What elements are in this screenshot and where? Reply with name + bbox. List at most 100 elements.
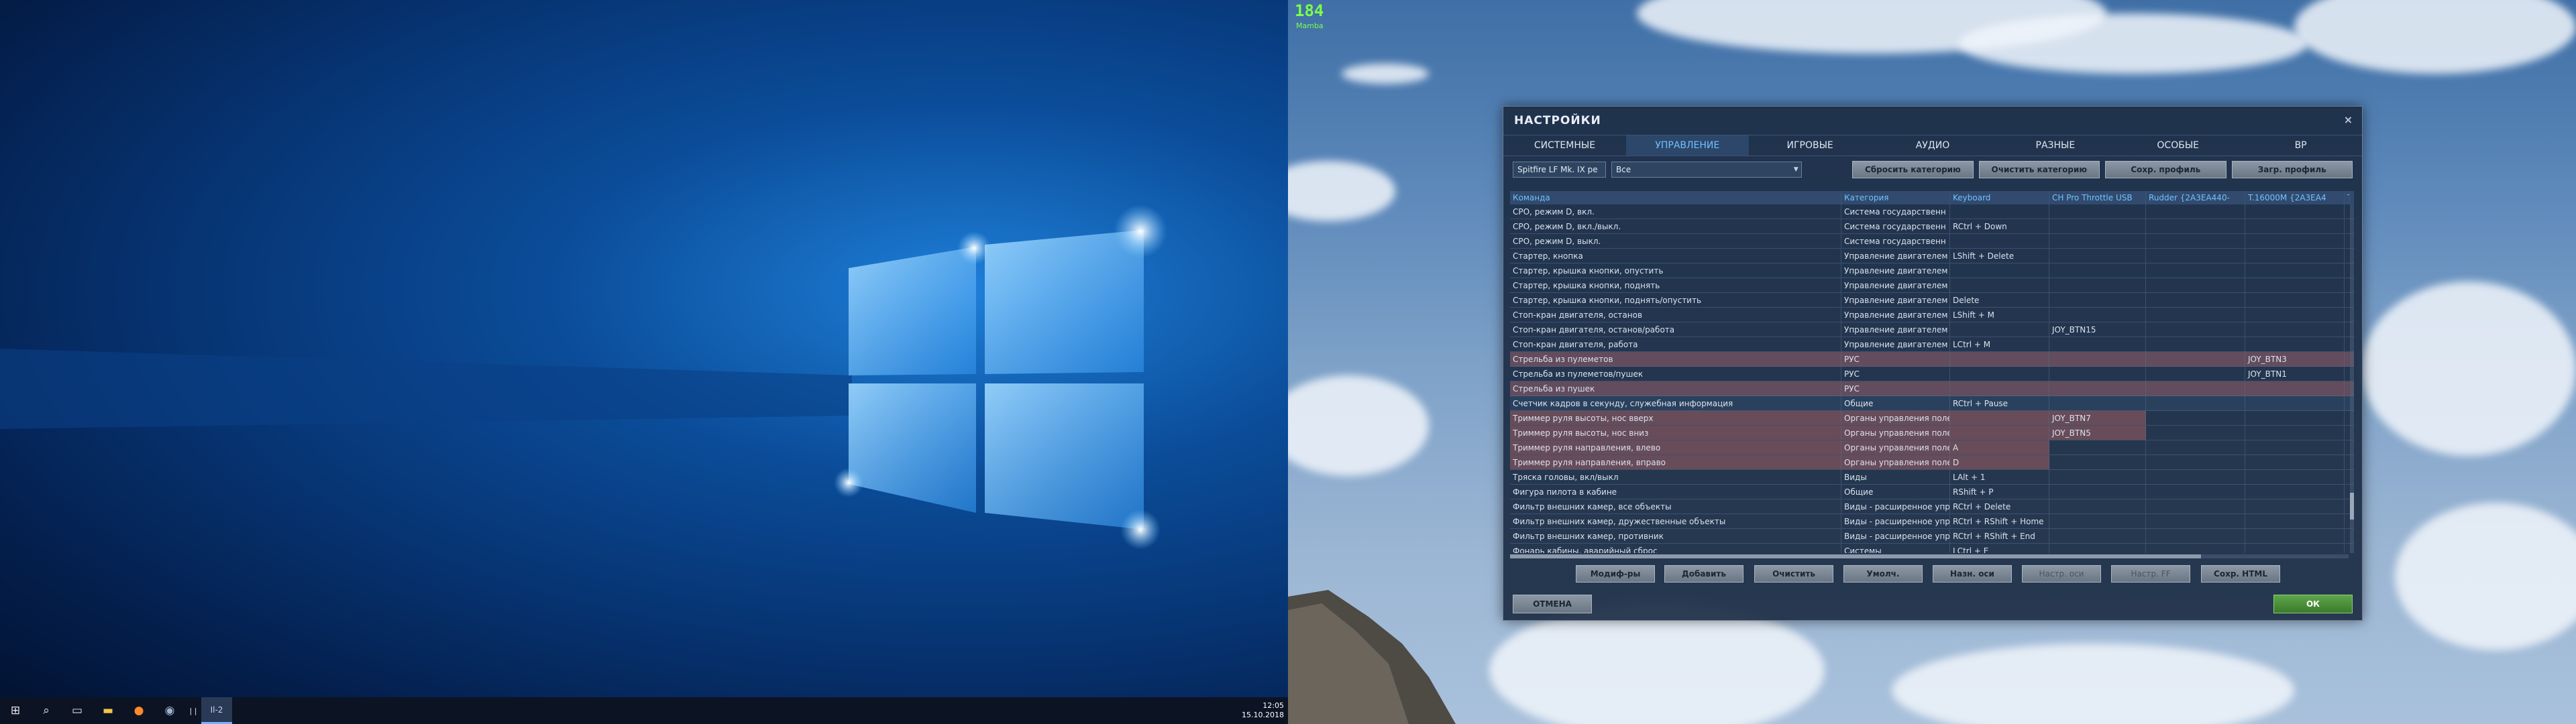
category-cell[interactable]: Система государственн [1841,234,1950,248]
rudder-cell[interactable] [2146,219,2245,233]
throttle-cell[interactable] [2049,499,2146,514]
keyboard-cell[interactable]: Delete [1950,293,2049,307]
table-row[interactable]: Фильтр внешних камер, противник Виды - ра… [1510,529,2354,544]
cancel-button[interactable]: ОТМЕНА [1513,595,1592,613]
command-cell[interactable]: Стоп-кран двигателя, работа [1510,337,1841,351]
joystick-cell[interactable] [2245,308,2345,322]
throttle-cell[interactable] [2049,219,2146,233]
command-cell[interactable]: СРО, режим D, выкл. [1510,234,1841,248]
rudder-cell[interactable] [2146,514,2245,528]
command-cell[interactable]: Фильтр внешних камер, противник [1510,529,1841,543]
system-tray-clock[interactable]: 12:05 15.10.2018 [1242,697,1284,724]
col-rudder[interactable]: Rudder {2A3EA440- [2146,191,2245,204]
throttle-cell[interactable] [2049,440,2146,455]
command-cell[interactable]: СРО, режим D, вкл./выкл. [1510,219,1841,233]
command-cell[interactable]: Стартер, крышка кнопки, поднять [1510,278,1841,292]
table-row[interactable]: Стартер, крышка кнопки, поднять/опустить… [1510,293,2354,308]
windows-start-icon[interactable]: ⊞ [0,697,31,724]
reset-category-button[interactable]: Сбросить категорию [1852,161,1974,178]
defaults-button[interactable]: Умолч. [1843,565,1923,583]
joystick-cell[interactable] [2245,426,2345,440]
category-cell[interactable]: Управление двигателем [1841,249,1950,263]
clear-category-button[interactable]: Очистить категорию [1978,161,2100,178]
category-cell[interactable]: Система государственн [1841,219,1950,233]
steam-icon[interactable]: ◉ [154,697,185,724]
command-cell[interactable]: Стрельба из пушек [1510,381,1841,396]
rudder-cell[interactable] [2146,322,2245,337]
command-cell[interactable]: СРО, режим D, вкл. [1510,204,1841,219]
vertical-scrollbar[interactable] [2350,204,2354,553]
col-throttle[interactable]: CH Pro Throttle USB [2049,191,2146,204]
throttle-cell[interactable] [2049,263,2146,278]
rudder-cell[interactable] [2146,293,2245,307]
rudder-cell[interactable] [2146,411,2245,425]
throttle-cell[interactable] [2049,352,2146,366]
joystick-cell[interactable] [2245,293,2345,307]
command-cell[interactable]: Стоп-кран двигателя, останов/работа [1510,322,1841,337]
keyboard-cell[interactable]: RCtrl + RShift + End [1950,529,2049,543]
keyboard-cell[interactable] [1950,426,2049,440]
throttle-cell[interactable] [2049,249,2146,263]
category-cell[interactable]: Управление двигателем [1841,322,1950,337]
table-row[interactable]: Стрельба из пулеметов/пушек РУС JOY_BTN1 [1510,367,2354,381]
firefox-icon[interactable]: ● [123,697,154,724]
table-row[interactable]: СРО, режим D, вкл./выкл. Система государс… [1510,219,2354,234]
file-explorer-icon[interactable]: ▬ [93,697,123,724]
rudder-cell[interactable] [2146,396,2245,410]
axis-settings-button[interactable]: Настр. оси [2022,565,2101,583]
category-cell[interactable]: Система государственн [1841,204,1950,219]
category-select[interactable]: Все ▼ [1611,162,1802,178]
command-cell[interactable]: Тряска головы, вкл/выкл [1510,470,1841,484]
keyboard-cell[interactable] [1950,367,2049,381]
joystick-cell[interactable] [2245,337,2345,351]
keyboard-cell[interactable]: RCtrl + Down [1950,219,2049,233]
tab-controls[interactable]: УПРАВЛЕНИЕ [1625,135,1749,156]
rudder-cell[interactable] [2146,455,2245,469]
search-icon[interactable]: ⌕ [31,697,62,724]
category-cell[interactable]: Общие [1841,396,1950,410]
save-profile-button[interactable]: Сохр. профиль [2105,161,2226,178]
rudder-cell[interactable] [2146,308,2245,322]
col-command[interactable]: Команда [1510,191,1841,204]
clear-button[interactable]: Очистить [1754,565,1833,583]
throttle-cell[interactable] [2049,204,2146,219]
rudder-cell[interactable] [2146,529,2245,543]
throttle-cell[interactable] [2049,455,2146,469]
throttle-cell[interactable]: JOY_BTN15 [2049,322,2146,337]
keyboard-cell[interactable] [1950,381,2049,396]
table-row[interactable]: Стоп-кран двигателя, останов/работа Управ… [1510,322,2354,337]
rudder-cell[interactable] [2146,544,2245,553]
category-cell[interactable]: РУС [1841,352,1950,366]
joystick-cell[interactable] [2245,411,2345,425]
category-cell[interactable]: РУС [1841,381,1950,396]
keyboard-cell[interactable] [1950,411,2049,425]
active-app-icon[interactable]: Il-2 [201,697,232,724]
category-cell[interactable]: Управление двигателем [1841,308,1950,322]
category-cell[interactable]: Органы управления поле [1841,440,1950,455]
category-cell[interactable]: Виды [1841,470,1950,484]
throttle-cell[interactable] [2049,337,2146,351]
category-cell[interactable]: Управление двигателем [1841,293,1950,307]
horizontal-scrollbar[interactable] [1510,554,2349,558]
table-row[interactable]: Стартер, кнопка Управление двигателем LShi… [1510,249,2354,263]
keyboard-cell[interactable] [1950,352,2049,366]
keyboard-cell[interactable]: LShift + Delete [1950,249,2049,263]
add-button[interactable]: Добавить [1664,565,1743,583]
keyboard-cell[interactable]: D [1950,455,2049,469]
command-cell[interactable]: Триммер руля направления, влево [1510,440,1841,455]
joystick-cell[interactable] [2245,234,2345,248]
throttle-cell[interactable] [2049,308,2146,322]
rudder-cell[interactable] [2146,499,2245,514]
throttle-cell[interactable] [2049,367,2146,381]
table-row[interactable]: Счетчик кадров в секунду, служебная инфо… [1510,396,2354,411]
table-row[interactable]: Фигура пилота в кабине Общие RShift + P [1510,485,2354,499]
command-cell[interactable]: Триммер руля высоты, нос вверх [1510,411,1841,425]
task-view-icon[interactable]: ▭ [62,697,93,724]
rudder-cell[interactable] [2146,263,2245,278]
ok-button[interactable]: ОК [2273,595,2353,613]
throttle-cell[interactable] [2049,514,2146,528]
joystick-cell[interactable] [2245,381,2345,396]
tab-misc[interactable]: РАЗНЫЕ [1994,135,2116,156]
assign-axis-button[interactable]: Назн. оси [1933,565,2012,583]
rudder-cell[interactable] [2146,426,2245,440]
